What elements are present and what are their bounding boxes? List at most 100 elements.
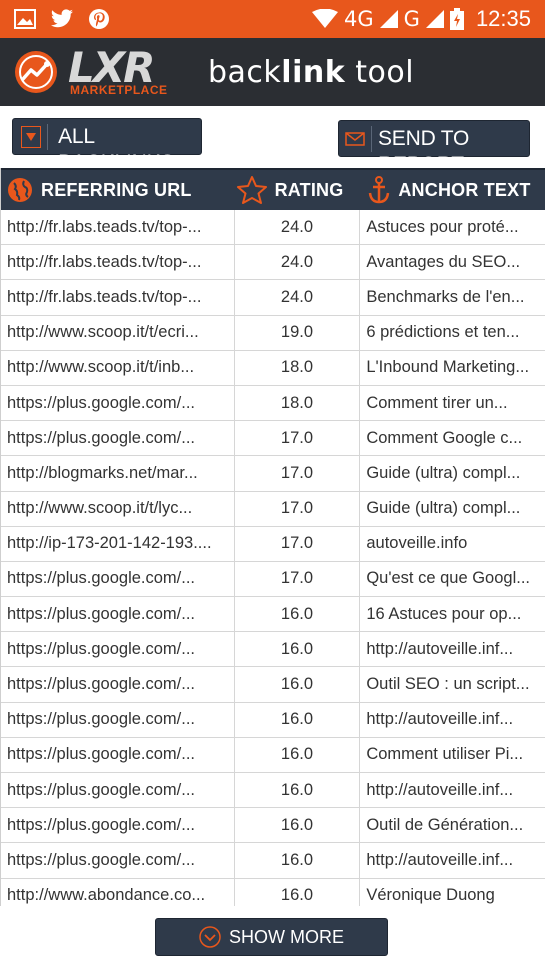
anchor-text-cell-text: Guide (ultra) compl... [366,499,521,518]
show-more-button[interactable]: SHOW MORE [155,918,388,956]
table-row[interactable]: http://www.scoop.it/t/lyc... 17.0 Guide (u… [1,491,545,527]
referring-url-cell-text: https://plus.google.com/... [7,393,196,412]
referring-url-cell[interactable]: http://fr.labs.teads.tv/top-... [1,245,235,280]
anchor-text-cell-text: http://autoveille.inf... [366,850,514,869]
referring-url-cell[interactable]: http://blogmarks.net/mar... [1,456,235,491]
rating-cell: 18.0 [235,350,361,385]
table-row[interactable]: http://www.abondance.co... 16.0 Véronique … [1,878,545,906]
rating-cell: 16.0 [235,597,361,632]
table-row[interactable]: http://www.scoop.it/t/inb... 18.0 L'Inboun… [1,350,545,386]
anchor-text-cell: Outil SEO : un script... [360,667,545,701]
rating-cell: 24.0 [235,245,361,280]
anchor-text-cell: Qu'est ce que Googl... [360,562,545,596]
clock: 12:35 [475,6,531,31]
anchor-text-cell-text: L'Inbound Marketing... [366,358,530,377]
table-row[interactable]: http://ip-173-201-142-193.... 17.0 autovei… [1,526,545,562]
network-type-2: G [403,7,420,31]
referring-url-cell[interactable]: https://plus.google.com/... [1,702,235,737]
all-backlinks-dropdown[interactable]: ALL BACKLINKS [12,118,202,174]
referring-url-cell-text: https://plus.google.com/... [7,604,196,623]
rating-cell-text: 16.0 [280,850,314,869]
referring-url-cell[interactable]: http://www.scoop.it/t/lyc... [1,491,235,526]
filter-label: ALL BACKLINKS [47,123,201,174]
anchor-text-cell-text: 16 Astuces pour op... [366,604,522,623]
rating-cell-text: 16.0 [280,815,314,834]
anchor-text-cell: L'Inbound Marketing... [360,351,545,385]
referring-url-cell[interactable]: https://plus.google.com/... [1,561,235,597]
table-row[interactable]: https://plus.google.com/... 16.0 Outil de … [1,808,545,844]
table-row[interactable]: http://fr.labs.teads.tv/top-... 24.0 Astuc… [1,210,545,246]
referring-url-cell[interactable]: http://www.scoop.it/t/inb... [1,350,235,385]
table-row[interactable]: https://plus.google.com/... 16.0 http://au… [1,773,545,809]
table-row[interactable]: https://plus.google.com/... 17.0 Qu'est ce… [1,561,545,598]
anchor-text-cell-text: http://autoveille.inf... [366,639,514,658]
referring-url-cell-text: https://plus.google.com/... [7,569,196,588]
table-row[interactable]: https://plus.google.com/... 18.0 Comment t… [1,385,545,422]
table-row[interactable]: http://fr.labs.teads.tv/top-... 24.0 Bench… [1,280,545,316]
table-row[interactable]: https://plus.google.com/... 16.0 Comment u… [1,737,545,773]
referring-url-cell[interactable]: http://fr.labs.teads.tv/top-... [1,210,235,245]
referring-url-cell[interactable]: http://fr.labs.teads.tv/top-... [1,280,235,315]
referring-url-cell[interactable]: https://plus.google.com/... [1,667,235,702]
table-row[interactable]: http://fr.labs.teads.tv/top-... 24.0 Avant… [1,245,545,281]
anchor-text-cell: Benchmarks de l'en... [360,280,545,314]
column-url-label: REFERRING URL [41,179,192,200]
referring-url-cell[interactable]: https://plus.google.com/... [1,632,235,667]
referring-url-cell[interactable]: http://ip-173-201-142-193.... [1,526,235,561]
rating-cell: 16.0 [235,632,361,667]
rating-cell: 16.0 [235,702,361,737]
table-header: REFERRING URL RATING ANCHOR TEXT [1,168,545,210]
rating-cell: 17.0 [235,421,361,456]
referring-url-cell[interactable]: http://www.scoop.it/t/ecri... [1,315,235,350]
rating-cell-text: 17.0 [280,569,314,588]
rating-cell-text: 24.0 [280,287,314,306]
anchor-text-cell-text: Outil de Génération... [366,815,524,834]
table-row[interactable]: http://blogmarks.net/mar... 17.0 Guide (ul… [1,456,545,492]
brand-logo: LXR MARKETPLACE [68,46,200,98]
anchor-text-cell-text: Avantages du SEO... [366,252,521,271]
table-body: http://fr.labs.teads.tv/top-... 24.0 Astuc… [1,210,545,906]
referring-url-cell-text: http://www.scoop.it/t/inb... [7,358,195,377]
referring-url-cell[interactable]: https://plus.google.com/... [1,385,235,421]
referring-url-cell[interactable]: https://plus.google.com/... [1,843,235,878]
app-header: LXR MARKETPLACE backlink tool [0,38,545,106]
footer: SHOW MORE [0,906,545,968]
anchor-text-cell: Avantages du SEO... [360,245,545,279]
battery-icon [449,8,464,30]
referring-url-cell-text: http://ip-173-201-142-193.... [7,534,212,553]
referring-url-cell-text: https://plus.google.com/... [7,639,196,658]
rating-cell: 17.0 [235,526,361,561]
table-row[interactable]: https://plus.google.com/... 17.0 Comment G… [1,421,545,457]
rating-cell: 17.0 [235,456,361,491]
referring-url-cell[interactable]: https://plus.google.com/... [1,773,235,808]
column-referring-url: REFERRING URL [1,170,231,210]
table-row[interactable]: https://plus.google.com/... 16.0 http://au… [1,843,545,879]
table-row[interactable]: https://plus.google.com/... 16.0 http://au… [1,702,545,738]
table-row[interactable]: https://plus.google.com/... 16.0 Outil SEO… [1,667,545,703]
referring-url-cell[interactable]: http://www.abondance.co... [1,878,235,906]
send-to-report-button[interactable]: SEND TO REPORT [338,120,530,176]
rating-cell-text: 16.0 [280,604,314,623]
rating-cell: 17.0 [235,491,361,526]
rating-cell: 16.0 [235,773,361,808]
anchor-text-cell: http://autoveille.inf... [360,773,545,807]
rating-cell: 19.0 [235,315,361,350]
referring-url-cell-text: http://www.scoop.it/t/lyc... [7,499,193,518]
table-row[interactable]: https://plus.google.com/... 16.0 http://au… [1,632,545,668]
column-anchor-text: ANCHOR TEXT [358,170,545,210]
star-icon [236,176,267,204]
referring-url-cell[interactable]: https://plus.google.com/... [1,808,235,843]
referring-url-cell[interactable]: https://plus.google.com/... [1,421,235,456]
referring-url-cell[interactable]: https://plus.google.com/... [1,737,235,772]
anchor-text-cell: http://autoveille.inf... [360,843,545,877]
anchor-text-cell: Guide (ultra) compl... [360,456,545,490]
referring-url-cell[interactable]: https://plus.google.com/... [1,597,235,632]
anchor-text-cell: 6 prédictions et ten... [360,316,545,350]
table-row[interactable]: https://plus.google.com/... 16.0 16 Astuce… [1,597,545,633]
table-row[interactable]: http://www.scoop.it/t/ecri... 19.0 6 prédi… [1,315,545,351]
app-title-suffix: tool [355,54,415,90]
anchor-text-cell: 16 Astuces pour op... [360,597,545,631]
rating-cell: 16.0 [235,878,361,906]
anchor-icon [369,176,390,204]
rating-cell: 24.0 [235,280,361,315]
